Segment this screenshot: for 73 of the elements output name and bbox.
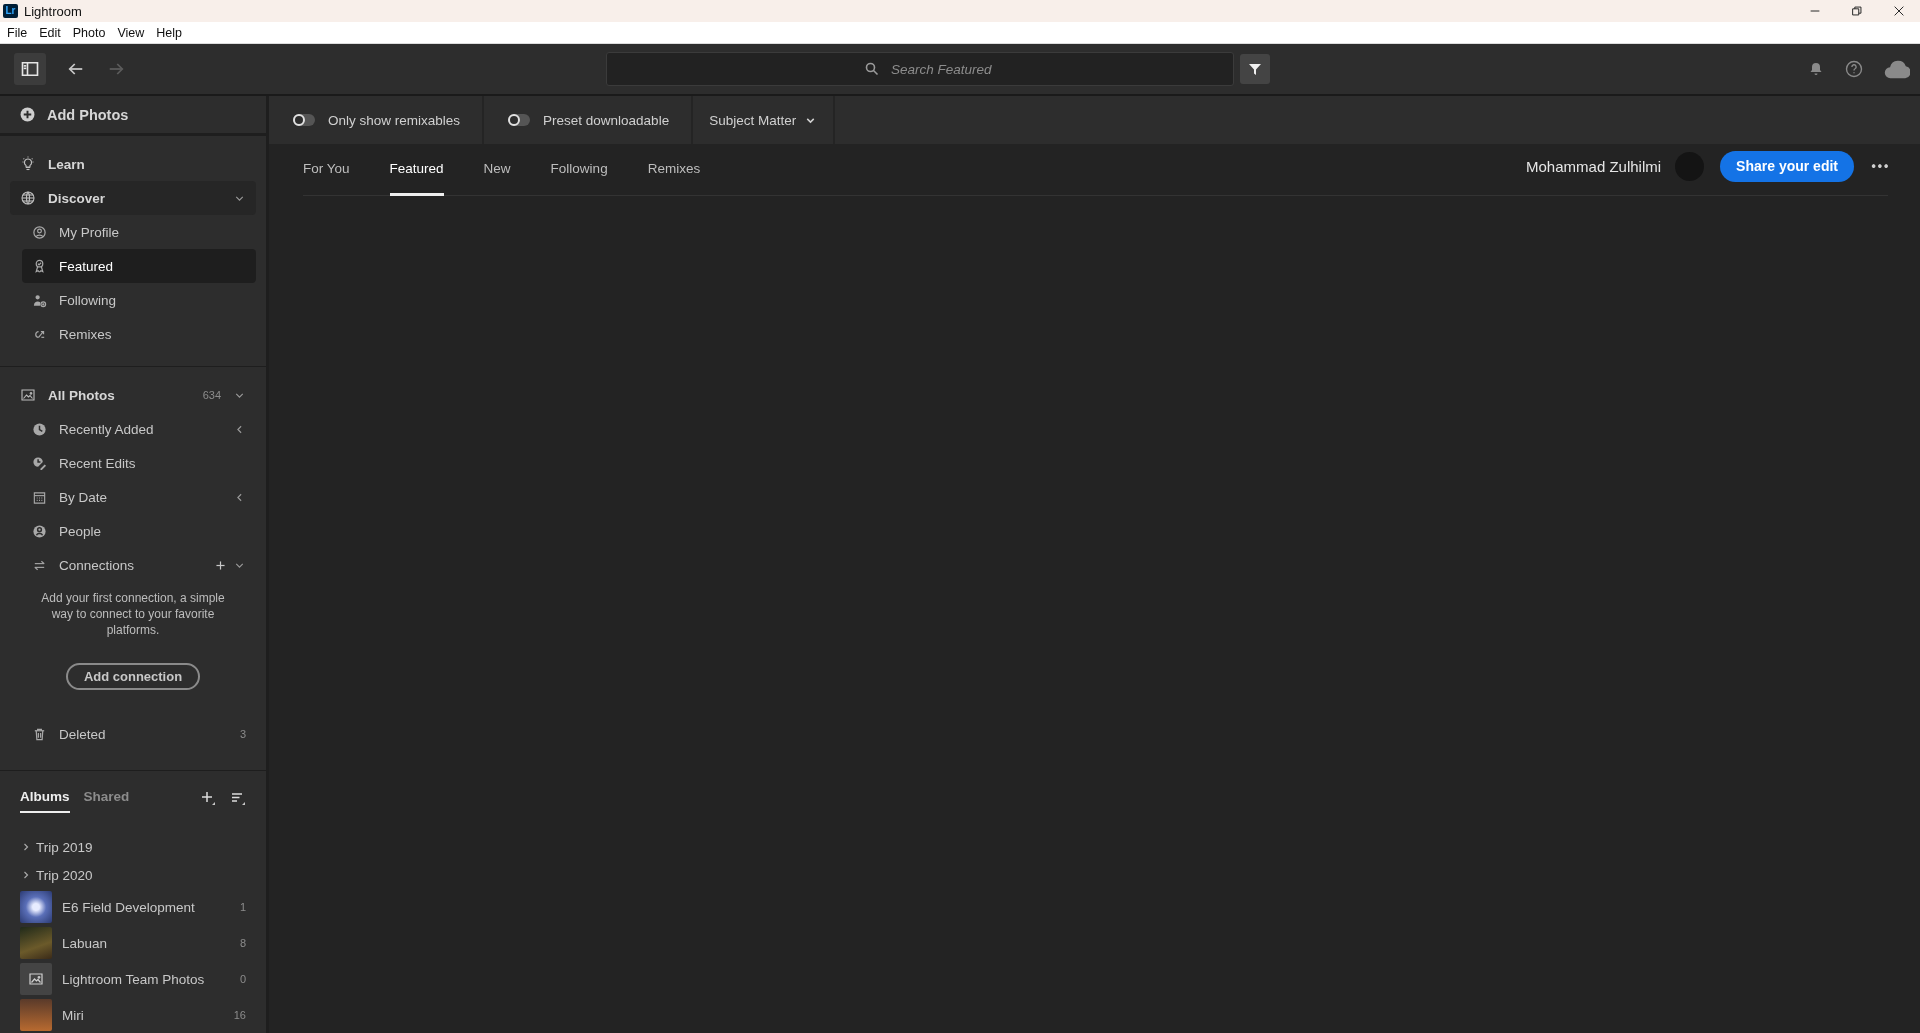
profile-icon [32, 224, 47, 240]
trash-icon [32, 726, 47, 742]
add-icon[interactable] [214, 558, 227, 572]
photo-placeholder [20, 927, 52, 959]
discover-tab[interactable]: Featured [389, 144, 444, 196]
sidebar-item[interactable]: People [22, 514, 256, 548]
award-icon [32, 258, 47, 274]
profile-name[interactable]: Mohammad Zulhilmi [1526, 157, 1662, 175]
menu-item[interactable]: Photo [72, 25, 106, 40]
image-icon [28, 971, 44, 987]
sidebar-item[interactable]: Discover [10, 181, 256, 215]
help-icon[interactable] [1844, 59, 1864, 79]
discover-tab[interactable]: Remixes [647, 144, 701, 196]
window-title: Lightroom [24, 3, 82, 19]
close-icon[interactable] [1892, 4, 1906, 18]
toggle-switch[interactable] [293, 114, 315, 126]
album-item[interactable]: Miri 16 [20, 997, 246, 1033]
add-photos-button[interactable]: Add Photos [0, 96, 266, 136]
share-edit-button[interactable]: Share your edit [1720, 150, 1854, 182]
photo-placeholder [20, 999, 52, 1031]
discover-tab[interactable]: New [483, 144, 511, 196]
sidebar-item[interactable]: By Date [22, 480, 256, 514]
albums-tab[interactable]: Albums [20, 783, 70, 813]
album-item[interactable]: E6 Field Development 1 [20, 889, 246, 925]
sidebar-item[interactable]: Recently Added [22, 412, 256, 446]
filter-button[interactable] [1240, 54, 1270, 84]
sort-icon[interactable] [230, 790, 246, 806]
menu-item[interactable]: View [117, 25, 145, 40]
toggle-switch[interactable] [508, 114, 531, 126]
sidebar-item[interactable]: Remixes [22, 317, 256, 351]
album-item[interactable]: Lightroom Team Photos 0 [20, 961, 246, 997]
panel-toggle-button[interactable] [14, 53, 46, 85]
calendar-icon [32, 489, 47, 505]
connections-hint: Add your first connection, a simple way to connect to your favorite platforms. [40, 590, 226, 638]
plus-circle-icon [20, 107, 35, 122]
album-folder[interactable]: Trip 2019 [20, 833, 246, 861]
sidebar-item[interactable]: All Photos 634 [10, 378, 256, 412]
sidebar-item[interactable]: Following [22, 283, 256, 317]
menu-item[interactable]: Help [156, 25, 182, 40]
album-item[interactable]: Labuan 8 [20, 925, 246, 961]
add-connection-button[interactable]: Add connection [65, 663, 201, 690]
photo-placeholder [20, 891, 52, 923]
subject-matter-dropdown[interactable]: Subject Matter [693, 96, 836, 144]
discover-tab[interactable]: For You [303, 144, 350, 196]
discover-tab[interactable]: Following [550, 144, 608, 196]
clock-icon [32, 421, 47, 437]
sidebar-item[interactable]: My Profile [22, 215, 256, 249]
sidebar-item[interactable]: Learn [10, 147, 256, 181]
restore-icon[interactable] [1850, 4, 1864, 18]
add-album-icon[interactable] [200, 790, 216, 806]
sidebar-item[interactable]: Deleted 3 [22, 717, 256, 751]
filter-toggle[interactable]: Preset downloadable [484, 96, 694, 144]
image-icon [20, 387, 36, 403]
album-folder[interactable]: Trip 2020 [20, 861, 246, 889]
search-icon [864, 61, 880, 77]
cloud-icon[interactable] [1884, 58, 1910, 80]
clock-pencil-icon [32, 455, 47, 471]
sidebar-item[interactable]: Recent Edits [22, 446, 256, 480]
menu-item[interactable]: Edit [39, 25, 61, 40]
notification-bell-icon[interactable] [1808, 61, 1824, 77]
lightbulb-icon [20, 156, 36, 172]
albums-tab[interactable]: Shared [83, 783, 130, 813]
filter-icon[interactable] [1247, 61, 1263, 77]
person-plus-icon [32, 292, 47, 308]
sidebar-panel-icon[interactable] [20, 59, 40, 79]
person-icon [32, 523, 47, 539]
sidebar-item[interactable]: Featured [22, 249, 256, 283]
globe-icon [20, 190, 36, 206]
app-logo: Lr [3, 4, 18, 18]
menu-item[interactable]: File [7, 25, 28, 40]
filter-toggle[interactable]: Only show remixables [269, 96, 485, 144]
search-field[interactable]: Search Featured [606, 52, 1234, 86]
sidebar-item[interactable]: Connections [22, 548, 256, 582]
